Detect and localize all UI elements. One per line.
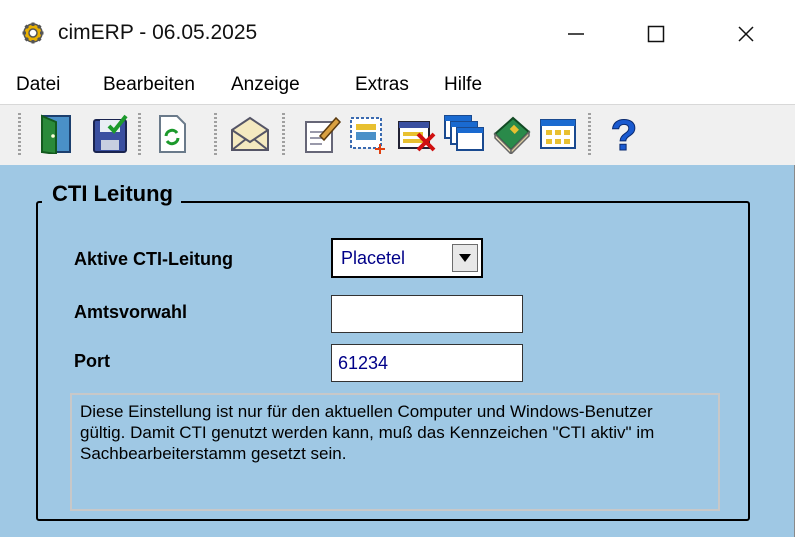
title-bar: cimERP - 06.05.2025 xyxy=(0,0,795,66)
cti-line-label: Aktive CTI-Leitung xyxy=(74,249,234,269)
info-box: Diese Einstellung ist nur für den aktuel… xyxy=(70,393,720,511)
toolbar-separator xyxy=(588,113,591,155)
port-label: Port xyxy=(74,351,110,371)
windows-button[interactable] xyxy=(442,112,486,156)
minimize-icon xyxy=(568,33,584,35)
mail-button[interactable] xyxy=(228,112,272,156)
toolbar: ? xyxy=(0,104,795,165)
cti-line-select[interactable]: Placetel xyxy=(331,238,483,278)
edit-button[interactable] xyxy=(300,112,344,156)
prefix-label: Amtsvorwahl xyxy=(74,302,188,322)
menu-bearbeiten[interactable]: Bearbeiten xyxy=(103,74,195,96)
close-icon xyxy=(738,26,754,42)
table-button[interactable] xyxy=(536,112,580,156)
help-button[interactable]: ? xyxy=(602,112,646,156)
gear-icon xyxy=(22,22,44,44)
new-record-icon xyxy=(350,117,385,154)
book-icon xyxy=(493,116,531,154)
cti-line-value: Placetel xyxy=(341,248,406,268)
toolbar-separator xyxy=(282,113,285,155)
dropdown-button[interactable] xyxy=(452,244,478,272)
delete-record-icon xyxy=(398,121,436,152)
table-grid-icon xyxy=(540,119,576,149)
exit-door-icon xyxy=(41,114,71,154)
menu-hilfe[interactable]: Hilfe xyxy=(444,74,482,96)
menu-datei[interactable]: Datei xyxy=(16,74,60,96)
exit-button[interactable] xyxy=(34,112,78,156)
menu-anzeige[interactable]: Anzeige xyxy=(231,74,300,96)
refresh-button[interactable] xyxy=(150,112,194,156)
save-disk-icon xyxy=(93,114,128,153)
info-text: Diese Einstellung ist nur für den aktuel… xyxy=(80,402,655,463)
refresh-icon xyxy=(159,115,186,153)
app-window: cimERP - 06.05.2025 Datei Bearbeiten Anz… xyxy=(0,0,795,537)
minimize-button[interactable] xyxy=(550,14,602,54)
toolbar-separator xyxy=(214,113,217,155)
menu-extras[interactable]: Extras xyxy=(355,74,409,96)
svg-text:?: ? xyxy=(611,112,638,156)
save-button[interactable] xyxy=(88,112,132,156)
group-title: CTI Leitung xyxy=(42,181,181,207)
windows-icon xyxy=(444,115,484,151)
toolbar-grip[interactable] xyxy=(18,113,21,155)
prefix-field[interactable] xyxy=(331,295,523,333)
delete-record-button[interactable] xyxy=(394,112,438,156)
book-button[interactable] xyxy=(490,112,534,156)
maximize-button[interactable] xyxy=(630,14,682,54)
chevron-down-icon xyxy=(459,254,471,262)
new-record-button[interactable] xyxy=(346,112,390,156)
port-input[interactable] xyxy=(332,345,522,381)
help-icon: ? xyxy=(610,112,638,156)
mail-envelope-icon xyxy=(231,116,269,151)
prefix-input[interactable] xyxy=(332,296,522,332)
window-title: cimERP - 06.05.2025 xyxy=(58,21,258,44)
maximize-icon xyxy=(647,25,665,43)
edit-document-icon xyxy=(305,116,342,153)
menu-bar: Datei Bearbeiten Anzeige Extras Hilfe xyxy=(0,66,795,104)
close-button[interactable] xyxy=(720,14,772,54)
toolbar-separator xyxy=(138,113,141,155)
port-field[interactable] xyxy=(331,344,523,382)
